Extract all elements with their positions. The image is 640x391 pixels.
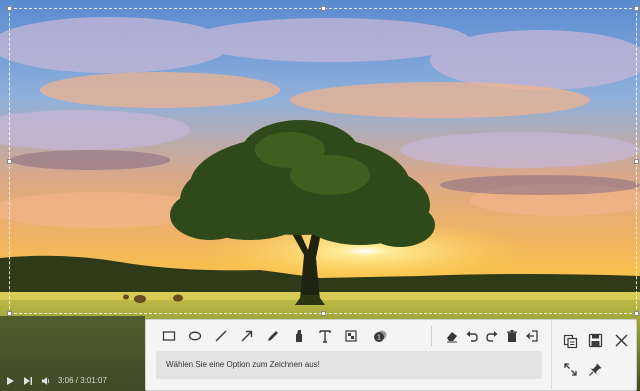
- pen-icon: [268, 331, 278, 341]
- expand-icon: [563, 362, 577, 376]
- close-icon: [614, 333, 628, 347]
- delete-button[interactable]: [504, 328, 520, 344]
- pen-tool[interactable]: [265, 328, 281, 344]
- rectangle-icon: [162, 331, 176, 341]
- trash-icon: [507, 330, 517, 342]
- marker-tool[interactable]: [291, 328, 307, 344]
- exit-button[interactable]: [524, 328, 540, 344]
- pin-icon: [588, 363, 601, 376]
- playback-time: 3:06 / 3:01:07: [58, 376, 107, 385]
- panel-divider: [551, 320, 552, 391]
- undo-button[interactable]: [464, 328, 480, 344]
- video-player-controls: 3:06 / 3:01:07: [0, 370, 150, 391]
- arrow-tool[interactable]: [239, 328, 255, 344]
- rectangle-tool[interactable]: [161, 328, 177, 344]
- expand-button[interactable]: [561, 360, 579, 378]
- ellipse-tool[interactable]: [187, 328, 203, 344]
- pin-button[interactable]: [586, 360, 604, 378]
- redo-button[interactable]: [484, 328, 500, 344]
- drawing-toolbar-panel: 1 Wählen Sie eine Option zum Zeichnen au…: [145, 319, 637, 391]
- redo-icon: [486, 331, 498, 342]
- eraser-tool[interactable]: [444, 328, 460, 344]
- next-icon[interactable]: [22, 375, 34, 387]
- copy-icon: [563, 334, 577, 348]
- volume-icon[interactable]: [40, 375, 52, 387]
- marker-icon: [296, 330, 302, 342]
- save-button[interactable]: [586, 331, 604, 349]
- drawing-hint-text: Wählen Sie eine Option zum Zeichnen aus!: [156, 351, 542, 379]
- play-icon[interactable]: [4, 375, 16, 387]
- copy-button[interactable]: [561, 332, 579, 350]
- eraser-icon: [447, 332, 457, 343]
- toolbar-separator: [431, 326, 432, 346]
- save-icon: [588, 333, 602, 347]
- close-button[interactable]: [612, 331, 630, 349]
- number-tool[interactable]: 1: [372, 328, 388, 344]
- line-icon: [215, 330, 227, 342]
- text-icon: [319, 330, 331, 343]
- svg-text:1: 1: [377, 335, 381, 342]
- drawing-tools-row: 1: [146, 320, 546, 352]
- undo-icon: [466, 331, 478, 342]
- exit-icon: [525, 330, 538, 342]
- mosaic-icon: [345, 330, 357, 342]
- text-tool[interactable]: [317, 328, 333, 344]
- numbered-badge-icon: 1: [374, 330, 387, 342]
- ellipse-icon: [188, 331, 202, 341]
- line-tool[interactable]: [213, 328, 229, 344]
- arrow-icon: [241, 330, 253, 342]
- mosaic-tool[interactable]: [343, 328, 359, 344]
